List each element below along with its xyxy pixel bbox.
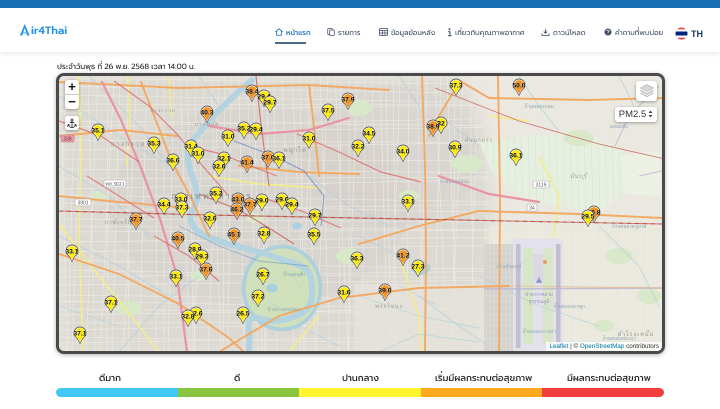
- svg-text:29.4: 29.4: [285, 201, 298, 208]
- svg-text:40.3: 40.3: [200, 109, 213, 116]
- svg-text:37.1: 37.1: [104, 299, 117, 306]
- svg-text:31.0: 31.0: [221, 133, 234, 140]
- svg-text:33.1: 33.1: [401, 198, 414, 205]
- svg-text:35.3: 35.3: [147, 140, 160, 147]
- svg-text:37.3: 37.3: [175, 204, 188, 211]
- svg-text:29.0: 29.0: [255, 197, 268, 204]
- svg-text:32.2: 32.2: [351, 143, 364, 150]
- svg-text:32.8: 32.8: [181, 313, 194, 320]
- svg-text:31.6: 31.6: [337, 289, 350, 296]
- svg-text:29.7: 29.7: [263, 99, 276, 106]
- svg-text:34.4: 34.4: [157, 201, 170, 208]
- svg-text:37.9: 37.9: [341, 96, 354, 103]
- svg-text:40.5: 40.5: [171, 235, 184, 242]
- svg-text:41.2: 41.2: [396, 252, 409, 259]
- svg-text:338: 338: [63, 136, 72, 142]
- svg-text:37.7: 37.7: [129, 216, 142, 223]
- svg-text:39.0: 39.0: [378, 287, 391, 294]
- svg-text:29.4: 29.4: [249, 126, 262, 133]
- svg-text:45.1: 45.1: [227, 231, 240, 238]
- svg-text:30.9: 30.9: [448, 144, 461, 151]
- svg-text:35.2: 35.2: [209, 190, 222, 197]
- svg-text:38.9: 38.9: [426, 123, 439, 130]
- svg-text:35.5: 35.5: [307, 231, 320, 238]
- svg-text:37.6: 37.6: [199, 266, 212, 273]
- svg-text:36.1: 36.1: [509, 152, 522, 159]
- svg-text:29.7: 29.7: [308, 212, 321, 219]
- svg-text:35.1: 35.1: [91, 127, 104, 134]
- svg-text:37.1: 37.1: [73, 330, 86, 337]
- svg-text:3119: 3119: [536, 182, 547, 188]
- svg-text:36.6: 36.6: [166, 157, 179, 164]
- svg-text:3901: 3901: [77, 200, 88, 206]
- svg-text:32.8: 32.8: [257, 230, 270, 237]
- svg-text:50.0: 50.0: [512, 82, 525, 89]
- svg-text:29.3: 29.3: [195, 253, 208, 260]
- svg-text:32.6: 32.6: [212, 163, 225, 170]
- svg-text:31.0: 31.0: [191, 150, 204, 157]
- svg-text:31.0: 31.0: [302, 135, 315, 142]
- svg-text:26.5: 26.5: [236, 310, 249, 317]
- svg-text:37.5: 37.5: [321, 107, 334, 114]
- svg-text:37.3: 37.3: [449, 82, 462, 89]
- svg-text:26.7: 26.7: [256, 271, 269, 278]
- svg-text:32.6: 32.6: [203, 215, 216, 222]
- svg-text:34.5: 34.5: [362, 130, 375, 137]
- svg-text:34: 34: [529, 205, 535, 211]
- svg-text:33.1: 33.1: [169, 273, 182, 280]
- svg-text:37.2: 37.2: [251, 293, 264, 300]
- svg-text:36.3: 36.3: [350, 255, 363, 262]
- svg-text:34.0: 34.0: [396, 148, 409, 155]
- svg-text:27.3: 27.3: [411, 263, 424, 270]
- svg-text:29.5: 29.5: [581, 213, 594, 220]
- svg-text:36.1: 36.1: [272, 155, 285, 162]
- svg-text:33.1: 33.1: [65, 248, 78, 255]
- svg-text:41.4: 41.4: [240, 159, 253, 166]
